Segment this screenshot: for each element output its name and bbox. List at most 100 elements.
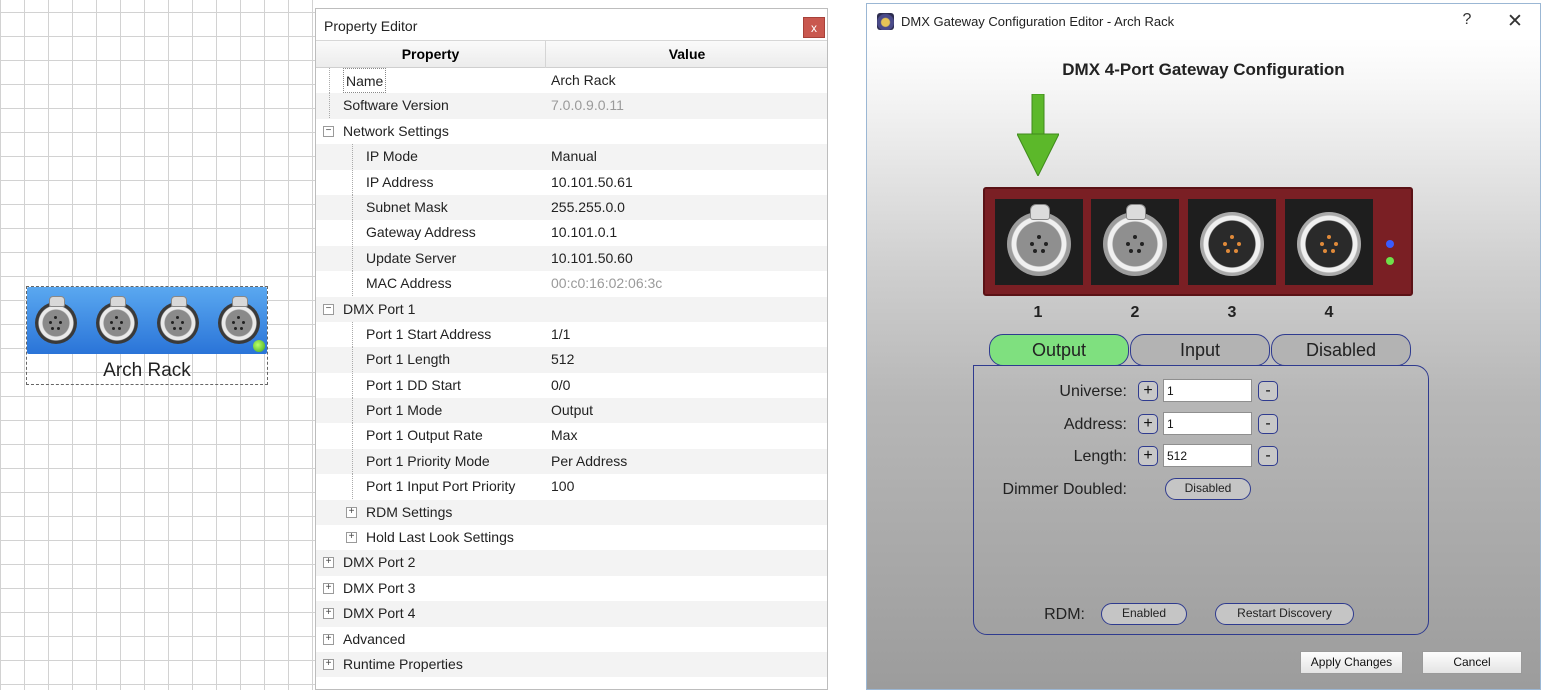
length-plus-button[interactable]: +: [1138, 446, 1158, 466]
property-row[interactable]: Gateway Address 10.101.0.1: [316, 220, 827, 246]
cancel-button[interactable]: Cancel: [1422, 651, 1522, 674]
property-value[interactable]: 0/0: [551, 373, 570, 398]
dialog-close-button[interactable]: ✕: [1503, 10, 1527, 33]
property-row[interactable]: Port 1 Mode Output: [316, 398, 827, 424]
expand-icon[interactable]: +: [346, 506, 357, 518]
property-value[interactable]: 10.101.0.1: [551, 220, 617, 245]
dialog-title: DMX Gateway Configuration Editor - Arch …: [901, 14, 1175, 29]
address-input[interactable]: [1163, 412, 1252, 435]
property-row[interactable]: Update Server 10.101.50.60: [316, 245, 827, 272]
property-value[interactable]: Per Address: [551, 449, 627, 474]
property-row[interactable]: IP Address 10.101.50.61: [316, 169, 827, 195]
gateway-port-4[interactable]: [1285, 199, 1373, 285]
dimmer-doubled-toggle[interactable]: Disabled: [1165, 478, 1251, 500]
property-name: MAC Address: [366, 275, 452, 292]
property-row[interactable]: + DMX Port 3: [316, 576, 827, 601]
property-row[interactable]: Port 1 Input Port Priority 100: [316, 474, 827, 500]
property-row[interactable]: + Advanced: [316, 627, 827, 652]
property-row[interactable]: + RDM Settings: [316, 499, 827, 526]
tree-line: [352, 474, 353, 500]
property-row[interactable]: MAC Address 00:c0:16:02:06:3c: [316, 271, 827, 297]
column-header-property[interactable]: Property: [316, 41, 546, 68]
port-number-2: 2: [1130, 304, 1140, 321]
property-row[interactable]: Name Arch Rack: [316, 68, 827, 93]
expand-icon[interactable]: +: [323, 557, 334, 569]
tree-line: [352, 194, 353, 220]
mode-tab-disabled[interactable]: Disabled: [1271, 334, 1411, 366]
property-row[interactable]: Port 1 Priority Mode Per Address: [316, 448, 827, 475]
property-editor-titlebar: Property Editor x: [316, 9, 827, 41]
universe-input[interactable]: [1163, 379, 1252, 402]
dimmer-doubled-label: Dimmer Doubled:: [1002, 481, 1127, 498]
universe-minus-button[interactable]: -: [1258, 381, 1278, 401]
property-row[interactable]: Port 1 Length 512: [316, 347, 827, 373]
property-value[interactable]: 512: [551, 347, 574, 372]
property-row[interactable]: − DMX Port 1: [316, 296, 827, 322]
gateway-port-3[interactable]: [1188, 199, 1276, 285]
address-plus-button[interactable]: +: [1138, 414, 1158, 434]
universe-plus-button[interactable]: +: [1138, 381, 1158, 401]
expand-icon[interactable]: +: [323, 608, 334, 620]
property-row[interactable]: + DMX Port 2: [316, 550, 827, 576]
property-value[interactable]: Output: [551, 398, 593, 423]
tree-line: [352, 245, 353, 271]
gateway-port-2[interactable]: [1091, 199, 1179, 285]
property-value[interactable]: 100: [551, 474, 574, 499]
property-value[interactable]: 10.101.50.61: [551, 170, 633, 195]
expand-icon[interactable]: +: [323, 582, 334, 594]
apply-changes-button[interactable]: Apply Changes: [1300, 651, 1403, 674]
close-button[interactable]: x: [803, 17, 825, 38]
property-name: DMX Port 1: [343, 300, 416, 317]
property-grid: Name Arch Rack Software Version 7.0.0.9.0.1…: [316, 68, 827, 678]
column-header-value[interactable]: Value: [547, 41, 827, 68]
help-button[interactable]: ?: [1457, 11, 1477, 29]
expand-icon[interactable]: +: [323, 633, 334, 645]
property-name: Network Settings: [343, 122, 449, 139]
property-row[interactable]: Software Version 7.0.0.9.0.11: [316, 93, 827, 119]
property-row[interactable]: Subnet Mask 255.255.0.0: [316, 194, 827, 221]
mode-tab-input[interactable]: Input: [1130, 334, 1270, 366]
property-name: RDM Settings: [366, 503, 453, 520]
property-name: DMX Port 3: [343, 579, 416, 596]
property-name: Port 1 Mode: [366, 402, 443, 419]
property-value[interactable]: Max: [551, 423, 577, 448]
property-value[interactable]: 1/1: [551, 322, 570, 347]
property-value[interactable]: Manual: [551, 144, 597, 169]
expand-icon[interactable]: +: [323, 658, 334, 670]
property-value[interactable]: 10.101.50.60: [551, 246, 633, 271]
mode-tab-output[interactable]: Output: [989, 334, 1129, 366]
xlr-female-connector-icon: [1200, 212, 1264, 276]
property-value[interactable]: Arch Rack: [551, 68, 616, 93]
dialog-body: DMX 4-Port Gateway Configuration 1 2 3 4…: [867, 38, 1540, 689]
design-canvas[interactable]: Arch Rack: [0, 0, 315, 690]
tree-line: [352, 144, 353, 170]
config-heading: DMX 4-Port Gateway Configuration: [1062, 60, 1345, 79]
property-row[interactable]: + Hold Last Look Settings: [316, 525, 827, 550]
rdm-toggle[interactable]: Enabled: [1101, 603, 1187, 625]
property-row[interactable]: Port 1 Start Address 1/1: [316, 321, 827, 347]
property-name: Update Server: [366, 249, 457, 266]
address-minus-button[interactable]: -: [1258, 414, 1278, 434]
address-label: Address:: [1063, 416, 1127, 433]
gateway-port-1[interactable]: [995, 199, 1083, 285]
restart-discovery-button[interactable]: Restart Discovery: [1215, 603, 1354, 625]
length-input[interactable]: [1163, 444, 1252, 467]
node-connector-2: [96, 296, 138, 344]
gateway-config-dialog: DMX Gateway Configuration Editor - Arch …: [866, 3, 1541, 690]
length-minus-button[interactable]: -: [1258, 446, 1278, 466]
dialog-titlebar: DMX Gateway Configuration Editor - Arch …: [867, 4, 1540, 38]
property-row[interactable]: Port 1 Output Rate Max: [316, 423, 827, 449]
expand-icon[interactable]: +: [346, 532, 357, 544]
collapse-icon[interactable]: −: [323, 303, 334, 315]
property-row[interactable]: IP Mode Manual: [316, 144, 827, 170]
tree-line: [352, 448, 353, 474]
property-row[interactable]: Port 1 DD Start 0/0: [316, 372, 827, 398]
collapse-icon[interactable]: −: [323, 125, 334, 137]
property-row[interactable]: + DMX Port 4: [316, 601, 827, 627]
property-row[interactable]: + Runtime Properties: [316, 651, 827, 678]
property-name: Port 1 Input Port Priority: [366, 478, 516, 495]
device-node-arch-rack[interactable]: Arch Rack: [26, 286, 268, 385]
property-row[interactable]: − Network Settings: [316, 119, 827, 144]
property-value[interactable]: 255.255.0.0: [551, 195, 625, 220]
property-name: Advanced: [343, 630, 406, 647]
